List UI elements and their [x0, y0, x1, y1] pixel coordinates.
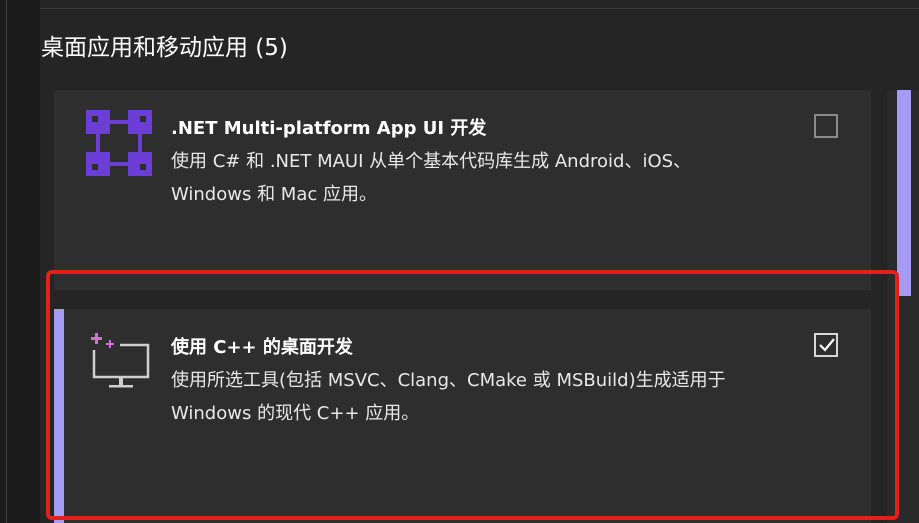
maui-grid-icon: [86, 110, 152, 176]
checkmark-icon: [819, 338, 835, 352]
top-divider: [40, 8, 919, 9]
workload-card-cpp-desktop[interactable]: 使用 C++ 的桌面开发 使用所选工具(包括 MSVC、Clang、CMake …: [54, 309, 871, 523]
workload-title: .NET Multi-platform App UI 开发: [171, 118, 487, 139]
section-title: 桌面应用和移动应用 (5): [41, 35, 288, 61]
workload-checkbox-maui[interactable]: [814, 114, 838, 138]
workload-title: 使用 C++ 的桌面开发: [171, 337, 353, 358]
workload-description: 使用所选工具(包括 MSVC、Clang、CMake 或 MSBuild)生成适…: [171, 370, 726, 424]
workload-checkbox-cpp-desktop[interactable]: [814, 333, 838, 357]
left-divider: [6, 0, 7, 523]
scrollbar-thumb[interactable]: [897, 90, 911, 296]
workload-card-maui[interactable]: .NET Multi-platform App UI 开发 使用 C# 和 .N…: [54, 90, 871, 290]
selected-accent-bar: [54, 309, 64, 523]
workload-description: 使用 C# 和 .NET MAUI 从单个基本代码库生成 Android、iOS…: [171, 151, 692, 205]
desktop-monitor-icon: [91, 333, 150, 388]
